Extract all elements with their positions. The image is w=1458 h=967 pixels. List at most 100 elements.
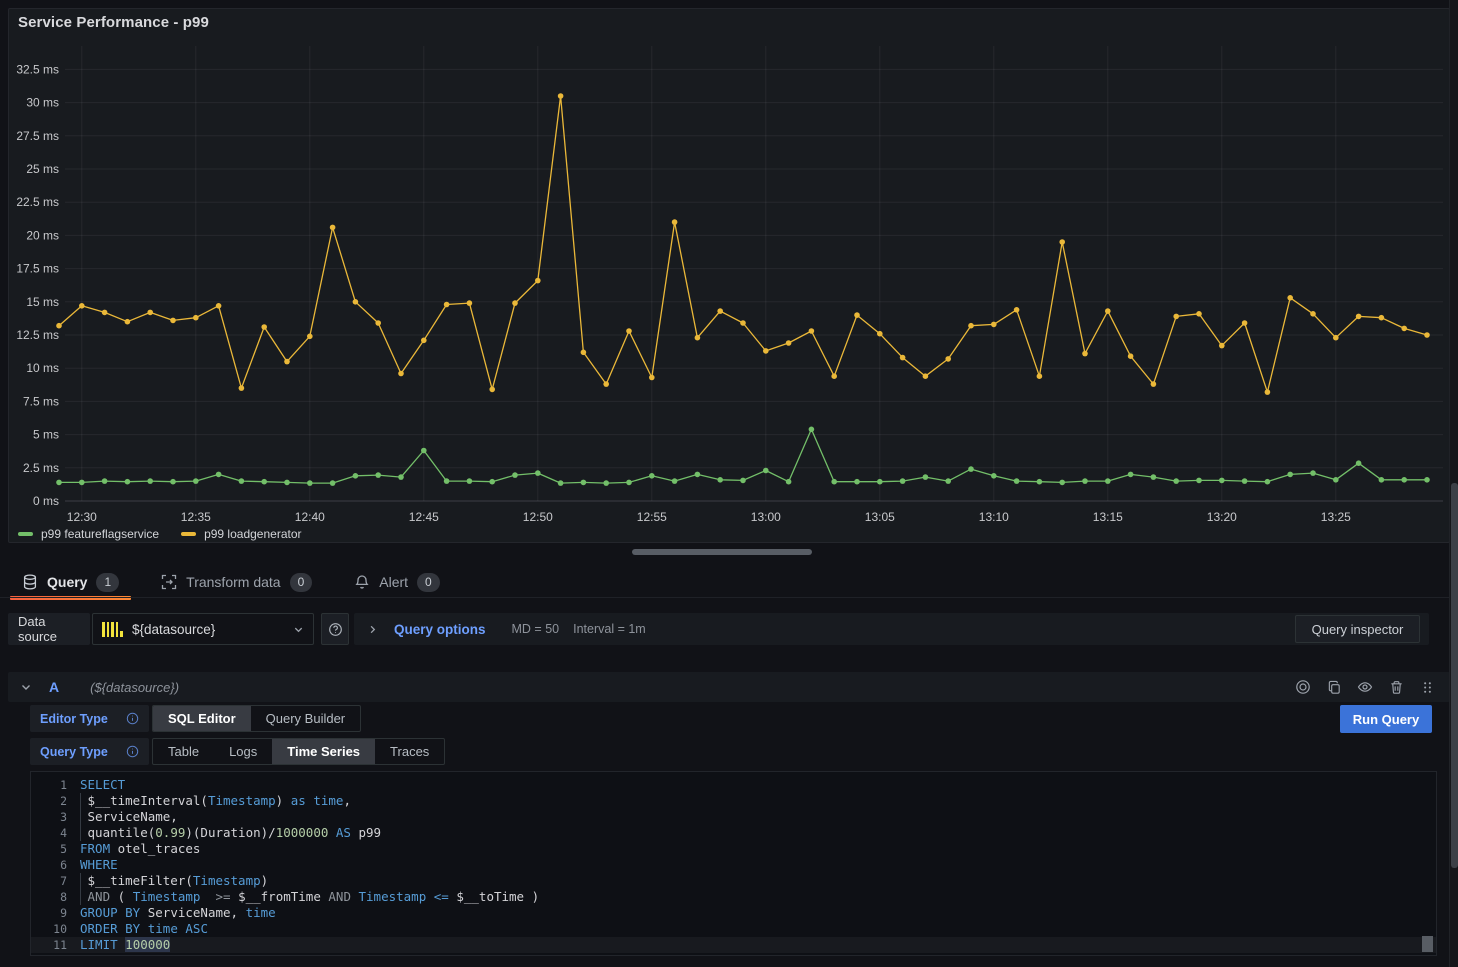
eye-icon[interactable] [1354, 676, 1376, 698]
query-options-strip[interactable]: Query options MD = 50 Interval = 1m [354, 613, 1429, 645]
svg-text:25 ms: 25 ms [26, 162, 59, 176]
query-actions [1292, 676, 1438, 698]
query-type-time-series[interactable]: Time Series [272, 739, 375, 764]
line-number: 1 [31, 777, 67, 793]
legend-marker [18, 532, 33, 536]
svg-text:27.5 ms: 27.5 ms [16, 129, 59, 143]
code-line: 3 ServiceName, [31, 809, 1436, 825]
tab-transform-data[interactable]: Transform data 0 [147, 566, 326, 598]
datasource-row: Data source ${datasource} [8, 613, 1429, 645]
database-icon [22, 574, 38, 590]
line-number: 11 [31, 937, 67, 953]
query-type-label: Query Type [40, 745, 108, 759]
editor-type-query-builder[interactable]: Query Builder [251, 706, 360, 731]
svg-text:12:40: 12:40 [295, 510, 325, 524]
tab-transform-label: Transform data [186, 574, 280, 590]
code-line: 7 $__timeFilter(Timestamp) [31, 873, 1436, 889]
code-line: 10ORDER BY time ASC [31, 921, 1436, 937]
editor-scrollbar-thumb[interactable] [1422, 936, 1433, 952]
record-icon[interactable] [1292, 676, 1314, 698]
svg-text:5 ms: 5 ms [33, 428, 59, 442]
line-number: 5 [31, 841, 67, 857]
copy-icon[interactable] [1323, 676, 1345, 698]
code-line: 4 quantile(0.99)(Duration)/1000000 AS p9… [31, 825, 1436, 841]
info-circle-icon [126, 712, 139, 725]
code-text: LIMIT 100000 [80, 937, 170, 953]
tab-transform-count-badge: 0 [290, 573, 313, 592]
timeseries-panel: 0 ms2.5 ms5 ms7.5 ms10 ms12.5 ms15 ms17.… [8, 8, 1450, 543]
tab-alert-label: Alert [379, 574, 408, 590]
query-type-traces[interactable]: Traces [375, 739, 444, 764]
svg-text:22.5 ms: 22.5 ms [16, 195, 59, 209]
grafana-panel-edit-page: 0 ms2.5 ms5 ms7.5 ms10 ms12.5 ms15 ms17.… [0, 0, 1458, 967]
legend-item-p99-featureflagservice[interactable]: p99 featureflagservice [18, 527, 159, 541]
datasource-help-button[interactable] [321, 613, 349, 645]
svg-text:12.5 ms: 12.5 ms [16, 328, 59, 342]
tab-query[interactable]: Query 1 [8, 566, 133, 598]
code-line: 5 FROM otel_traces [31, 841, 1436, 857]
svg-text:20 ms: 20 ms [26, 228, 59, 242]
transform-icon [161, 574, 177, 590]
svg-text:12:55: 12:55 [637, 510, 667, 524]
code-line: 6WHERE [31, 857, 1436, 873]
query-type-table[interactable]: Table [153, 739, 214, 764]
svg-text:30 ms: 30 ms [26, 96, 59, 110]
svg-text:12:35: 12:35 [181, 510, 211, 524]
datasource-select-value: ${datasource} [132, 622, 284, 637]
run-query-button[interactable]: Run Query [1340, 705, 1432, 733]
query-a-header[interactable]: A (${datasource}) [8, 672, 1450, 702]
trash-icon[interactable] [1385, 676, 1407, 698]
tab-alert[interactable]: Alert 0 [340, 566, 453, 598]
code-line: 9GROUP BY ServiceName, time [31, 905, 1436, 921]
legend-label: p99 loadgenerator [204, 527, 301, 541]
line-number: 3 [31, 809, 67, 825]
query-ref-id[interactable]: A [49, 679, 59, 695]
legend-label: p99 featureflagservice [41, 527, 159, 541]
editor-type-sql-editor[interactable]: SQL Editor [153, 706, 251, 731]
datasource-select[interactable]: ${datasource} [92, 613, 314, 645]
tabbar-divider [0, 597, 1458, 598]
drag-handle-icon[interactable] [1416, 676, 1438, 698]
chart-legend: p99 featureflagservice p99 loadgenerator [18, 527, 302, 541]
tab-query-count-badge: 1 [96, 573, 119, 592]
chevron-down-icon [293, 624, 304, 635]
line-number: 9 [31, 905, 67, 921]
query-datasource-hint: (${datasource}) [90, 680, 179, 695]
sql-code-editor[interactable]: 1SELECT2 $__timeInterval(Timestamp) as t… [30, 771, 1437, 956]
code-line: 2 $__timeInterval(Timestamp) as time, [31, 793, 1436, 809]
info-circle-icon [126, 745, 139, 758]
svg-text:17.5 ms: 17.5 ms [16, 262, 59, 276]
query-type-label-box: Query Type [30, 738, 149, 765]
code-text: FROM otel_traces [80, 841, 200, 857]
query-type-logs[interactable]: Logs [214, 739, 272, 764]
page-scrollbar[interactable] [1449, 0, 1458, 967]
editor-type-options: SQL Editor Query Builder [152, 705, 361, 732]
interval-value: Interval = 1m [573, 622, 646, 636]
datasource-label: Data source [8, 613, 90, 645]
panel-title: Service Performance - p99 [18, 14, 209, 31]
query-inspector-button[interactable]: Query inspector [1295, 615, 1420, 643]
svg-text:12:50: 12:50 [523, 510, 553, 524]
svg-text:15 ms: 15 ms [26, 295, 59, 309]
timeseries-chart[interactable]: 0 ms2.5 ms5 ms7.5 ms10 ms12.5 ms15 ms17.… [9, 9, 1451, 544]
query-type-row: Query Type Table Logs Time Series Traces [30, 738, 445, 765]
collapse-chevron-icon[interactable] [20, 681, 32, 693]
svg-text:13:00: 13:00 [751, 510, 781, 524]
svg-text:32.5 ms: 32.5 ms [16, 62, 59, 76]
editor-type-label: Editor Type [40, 712, 108, 726]
code-text: ORDER BY time ASC [80, 921, 208, 937]
line-number: 7 [31, 873, 67, 889]
query-options-label: Query options [394, 622, 486, 637]
horizontal-scrollbar-thumb[interactable] [632, 549, 812, 555]
code-line: 8 AND ( Timestamp >= $__fromTime AND Tim… [31, 889, 1436, 905]
code-text: $__timeFilter(Timestamp) [80, 873, 268, 889]
svg-text:10 ms: 10 ms [26, 361, 59, 375]
legend-item-p99-loadgenerator[interactable]: p99 loadgenerator [181, 527, 301, 541]
svg-text:13:25: 13:25 [1321, 510, 1351, 524]
query-type-options: Table Logs Time Series Traces [152, 738, 445, 765]
editor-type-row: Editor Type SQL Editor Query Builder [30, 705, 361, 732]
page-scrollbar-thumb[interactable] [1451, 483, 1458, 868]
line-number: 8 [31, 889, 67, 905]
max-data-points-value: MD = 50 [512, 622, 560, 636]
code-text: quantile(0.99)(Duration)/1000000 AS p99 [80, 825, 381, 841]
